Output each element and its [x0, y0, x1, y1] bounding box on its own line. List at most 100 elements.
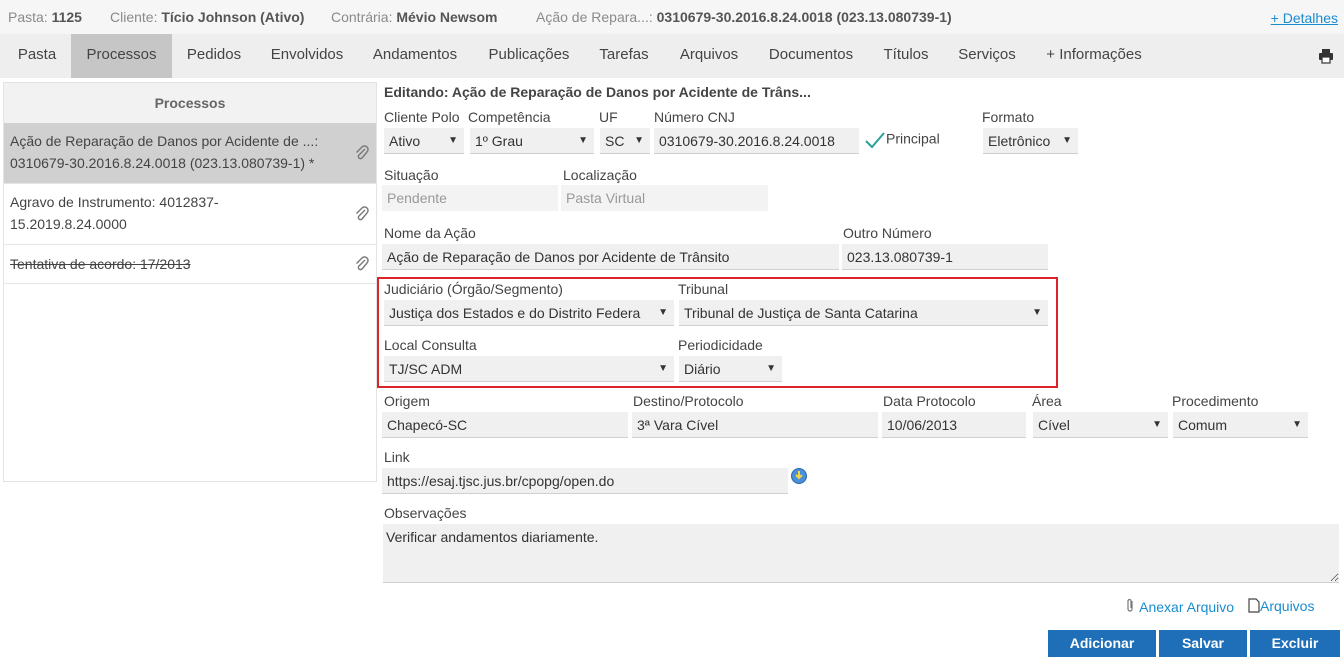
paperclip-icon — [1127, 598, 1133, 612]
periodicidade-label: Periodicidade — [678, 337, 763, 353]
local-consulta-label: Local Consulta — [384, 337, 477, 353]
info-bar: Pasta: 1125 Cliente: Tício Johnson (Ativ… — [0, 0, 1344, 34]
procedimento-select[interactable]: Comum ▼ — [1173, 412, 1308, 438]
list-item-line: Ação de Reparação de Danos por Acidente … — [10, 133, 319, 149]
numero-cnj-input[interactable]: 0310679-30.2016.8.24.0018 — [654, 128, 859, 154]
situacao-label: Situação — [384, 167, 439, 183]
local-consulta-select[interactable]: TJ/SC ADM ▼ — [384, 356, 674, 382]
competencia-select[interactable]: 1º Grau ▼ — [470, 128, 594, 154]
anexar-arquivo-link[interactable]: Anexar Arquivo — [1124, 598, 1234, 615]
chevron-down-icon: ▼ — [1032, 307, 1042, 318]
outro-numero-input[interactable]: 023.13.080739-1 — [842, 244, 1048, 270]
chevron-down-icon: ▼ — [1062, 135, 1072, 146]
chevron-down-icon: ▼ — [658, 363, 668, 374]
procedimento-label: Procedimento — [1172, 393, 1259, 409]
area-value: Cível — [1038, 417, 1070, 433]
chevron-down-icon: ▼ — [1152, 419, 1162, 430]
uf-select[interactable]: SC ▼ — [600, 128, 650, 154]
data-protocolo-label: Data Protocolo — [883, 393, 976, 409]
details-link[interactable]: + Detalhes — [1271, 10, 1338, 26]
tab-servicos[interactable]: Serviços — [946, 34, 1028, 78]
main-nav: Pasta Processos Pedidos Envolvidos Andam… — [0, 34, 1344, 78]
numero-cnj-label: Número CNJ — [654, 109, 735, 125]
local-consulta-value: TJ/SC ADM — [389, 361, 463, 377]
nome-acao-label: Nome da Ação — [384, 225, 476, 241]
tab-andamentos[interactable]: Andamentos — [360, 34, 470, 78]
destino-input[interactable]: 3ª Vara Cível — [632, 412, 878, 438]
procedimento-value: Comum — [1178, 417, 1228, 433]
checkmark-icon — [865, 132, 885, 149]
list-item-line: Agravo de Instrumento: 4012837- — [10, 194, 219, 210]
arquivos-label: Arquivos — [1260, 598, 1315, 614]
paperclip-icon[interactable] — [354, 206, 370, 222]
pasta-info: Pasta: 1125 — [8, 9, 82, 25]
anexar-arquivo-label: Anexar Arquivo — [1139, 599, 1235, 615]
processos-panel-title: Processos — [4, 83, 376, 123]
tab-pedidos[interactable]: Pedidos — [174, 34, 254, 78]
paperclip-icon[interactable] — [354, 256, 370, 272]
periodicidade-select[interactable]: Diário ▼ — [679, 356, 782, 382]
chevron-down-icon: ▼ — [448, 135, 458, 146]
origem-input[interactable]: Chapecó-SC — [382, 412, 628, 438]
arquivos-link[interactable]: Arquivos — [1248, 598, 1314, 614]
list-item-line: Tentativa de acordo: 17/2013 — [10, 256, 191, 272]
salvar-button[interactable]: Salvar — [1159, 630, 1247, 657]
tribunal-label: Tribunal — [678, 281, 729, 297]
data-protocolo-input[interactable]: 10/06/2013 — [882, 412, 1026, 438]
processos-panel: Processos Ação de Reparação de Danos por… — [3, 82, 377, 482]
form-title: Editando: Ação de Reparação de Danos por… — [384, 84, 811, 100]
tab-publicacoes[interactable]: Publicações — [475, 34, 583, 78]
tab-processos[interactable]: Processos — [71, 34, 172, 78]
periodicidade-value: Diário — [684, 361, 721, 377]
destino-label: Destino/Protocolo — [633, 393, 744, 409]
tab-arquivos[interactable]: Arquivos — [666, 34, 752, 78]
judiciario-select[interactable]: Justiça dos Estados e do Distrito Federa… — [384, 300, 674, 326]
tab-mais-informacoes[interactable]: + Informações — [1033, 34, 1155, 78]
paperclip-icon[interactable] — [354, 145, 370, 161]
open-link-icon[interactable] — [790, 467, 808, 485]
tab-pasta[interactable]: Pasta — [5, 34, 69, 78]
formato-label: Formato — [982, 109, 1035, 125]
situacao-field: Pendente — [382, 185, 558, 211]
excluir-button[interactable]: Excluir — [1250, 630, 1340, 657]
link-input[interactable]: https://esaj.tjsc.jus.br/cpopg/open.do — [382, 468, 788, 494]
localizacao-field: Pasta Virtual — [561, 185, 768, 211]
chevron-down-icon: ▼ — [658, 307, 668, 318]
list-item-processo-2[interactable]: Agravo de Instrumento: 4012837- 15.2019.… — [4, 184, 376, 245]
tab-envolvidos[interactable]: Envolvidos — [258, 34, 356, 78]
tab-documentos[interactable]: Documentos — [756, 34, 866, 78]
uf-value: SC — [605, 133, 625, 149]
nome-acao-input[interactable]: Ação de Reparação de Danos por Acidente … — [382, 244, 839, 270]
formato-select[interactable]: Eletrônico ▼ — [983, 128, 1078, 154]
cliente-polo-value: Ativo — [389, 133, 421, 149]
observacoes-textarea[interactable]: Verificar andamentos diariamente. — [383, 524, 1339, 583]
uf-label: UF — [599, 109, 618, 125]
principal-label: Principal — [886, 130, 940, 147]
formato-value: Eletrônico — [988, 133, 1051, 149]
chevron-down-icon: ▼ — [578, 135, 588, 146]
tab-titulos[interactable]: Títulos — [871, 34, 941, 78]
tab-tarefas[interactable]: Tarefas — [588, 34, 660, 78]
judiciario-value: Justiça dos Estados e do Distrito Federa — [389, 305, 641, 321]
list-item-processo-3[interactable]: Tentativa de acordo: 17/2013 — [4, 245, 376, 284]
competencia-label: Competência — [468, 109, 551, 125]
area-label: Área — [1032, 393, 1062, 409]
principal-check[interactable]: Principal — [864, 130, 940, 150]
localizacao-label: Localização — [563, 167, 637, 183]
judiciario-label: Judiciário (Órgão/Segmento) — [384, 281, 563, 297]
list-item-processo-1[interactable]: Ação de Reparação de Danos por Acidente … — [4, 123, 376, 184]
cliente-polo-label: Cliente Polo — [384, 109, 460, 125]
print-icon[interactable] — [1318, 48, 1334, 64]
chevron-down-icon: ▼ — [1292, 419, 1302, 430]
acao-info: Ação de Repara...: 0310679-30.2016.8.24.… — [536, 9, 952, 25]
tribunal-value: Tribunal de Justiça de Santa Catarina — [684, 305, 918, 321]
adicionar-button[interactable]: Adicionar — [1048, 630, 1156, 657]
chevron-down-icon: ▼ — [766, 363, 776, 374]
cliente-polo-select[interactable]: Ativo ▼ — [384, 128, 464, 154]
tribunal-select[interactable]: Tribunal de Justiça de Santa Catarina ▼ — [679, 300, 1048, 326]
area-select[interactable]: Cível ▼ — [1033, 412, 1168, 438]
list-item-line: 15.2019.8.24.0000 — [10, 216, 127, 232]
list-item-line: 0310679-30.2016.8.24.0018 (023.13.080739… — [10, 155, 315, 171]
chevron-down-icon: ▼ — [634, 135, 644, 146]
link-label: Link — [384, 449, 410, 465]
